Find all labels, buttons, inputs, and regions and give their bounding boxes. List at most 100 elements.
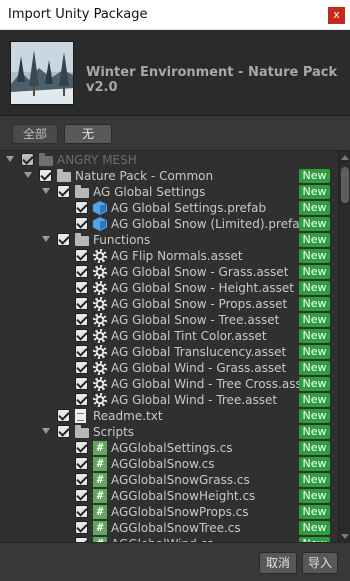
tree-row[interactable]: Scripts New [0, 424, 338, 440]
new-badge: New [299, 281, 330, 295]
include-checkbox[interactable] [75, 201, 88, 214]
include-checkbox[interactable] [75, 393, 88, 406]
tree-row[interactable]: AG Global Translucency.asset New [0, 344, 338, 360]
include-checkbox[interactable] [75, 505, 88, 518]
fold-arrow-icon[interactable] [42, 188, 50, 194]
prefab-icon [93, 201, 107, 215]
tree-item-label: AGGlobalSnowHeight.cs [111, 489, 256, 503]
import-button[interactable]: 导入 [302, 552, 338, 574]
tree-row[interactable]: # AGGlobalSnowTree.cs New [0, 520, 338, 536]
include-checkbox[interactable] [39, 169, 52, 182]
include-checkbox[interactable] [21, 153, 34, 166]
tree-row[interactable]: # AGGlobalSnowProps.cs New [0, 504, 338, 520]
new-badge: New [299, 521, 330, 535]
asset-icon [93, 249, 107, 263]
tree-item-label: AG Global Snow - Tree.asset [111, 313, 280, 327]
cancel-button[interactable]: 取消 [259, 552, 297, 574]
include-checkbox[interactable] [75, 473, 88, 486]
select-none-button[interactable]: 无 [64, 124, 112, 144]
tree-row[interactable]: Readme.txt New [0, 408, 338, 424]
include-checkbox[interactable] [75, 313, 88, 326]
include-checkbox[interactable] [57, 233, 70, 246]
new-badge: New [299, 329, 330, 343]
new-badge: New [299, 393, 330, 407]
tree-item-label: AG Global Wind - Tree Cross.asset [111, 377, 314, 391]
csharp-script-icon: # [93, 441, 107, 455]
tree-row[interactable]: ANGRY MESH [0, 152, 338, 168]
folder-icon [39, 153, 53, 166]
tree-row[interactable]: AG Global Snow (Limited).prefab New [0, 216, 338, 232]
scroll-up-icon[interactable] [341, 155, 349, 160]
new-badge: New [299, 169, 330, 183]
fold-arrow-icon[interactable] [42, 236, 50, 242]
new-badge: New [299, 473, 330, 487]
tree-item-label: Functions [93, 233, 151, 247]
tree-item-label: ANGRY MESH [57, 153, 137, 167]
tree-row[interactable]: AG Global Settings.prefab New [0, 200, 338, 216]
tree-scrollbar[interactable] [338, 151, 350, 542]
title-bar: Import Unity Package x [0, 0, 350, 30]
tree-item-label: AGGlobalSnowGrass.cs [111, 473, 250, 487]
tree-item-label: AG Global Settings [93, 185, 206, 199]
include-checkbox[interactable] [57, 425, 70, 438]
tree-item-label: Nature Pack - Common [75, 169, 214, 183]
tree-row[interactable]: # AGGlobalSnow.cs New [0, 456, 338, 472]
package-header: Winter Environment - Nature Pack v2.0 [0, 30, 350, 116]
include-checkbox[interactable] [75, 281, 88, 294]
include-checkbox[interactable] [75, 457, 88, 470]
include-checkbox[interactable] [75, 329, 88, 342]
include-checkbox[interactable] [75, 265, 88, 278]
folder-icon [75, 233, 89, 246]
asset-icon [93, 281, 107, 295]
new-badge: New [299, 441, 330, 455]
include-checkbox[interactable] [75, 249, 88, 262]
tree-row[interactable]: AG Global Snow - Grass.asset New [0, 264, 338, 280]
tree-row[interactable]: # AGGlobalSnowHeight.cs New [0, 488, 338, 504]
tree-item-label: AG Global Snow - Height.asset [111, 281, 294, 295]
tree-row[interactable]: AG Global Settings New [0, 184, 338, 200]
fold-arrow-icon[interactable] [42, 428, 50, 434]
tree-row[interactable]: AG Global Wind - Tree.asset New [0, 392, 338, 408]
prefab-icon [93, 217, 107, 231]
folder-icon [75, 185, 89, 198]
include-checkbox[interactable] [75, 489, 88, 502]
tree-row[interactable]: AG Global Snow - Height.asset New [0, 280, 338, 296]
csharp-script-icon: # [93, 521, 107, 535]
asset-icon [93, 377, 107, 391]
new-badge: New [299, 265, 330, 279]
scroll-down-icon[interactable] [341, 534, 349, 539]
asset-icon [93, 297, 107, 311]
tree-row[interactable]: # AGGlobalSnowGrass.cs New [0, 472, 338, 488]
include-checkbox[interactable] [75, 297, 88, 310]
tree-row[interactable]: AG Global Wind - Grass.asset New [0, 360, 338, 376]
tree-row[interactable]: AG Global Snow - Tree.asset New [0, 312, 338, 328]
include-checkbox[interactable] [75, 217, 88, 230]
tree-row[interactable]: Nature Pack - Common New [0, 168, 338, 184]
footer-bar: 取消 导入 [0, 542, 350, 581]
tree-row[interactable]: AG Flip Normals.asset New [0, 248, 338, 264]
tree-row[interactable]: AG Global Snow - Props.asset New [0, 296, 338, 312]
include-checkbox[interactable] [75, 441, 88, 454]
tree-item-label: AG Global Snow - Grass.asset [111, 265, 289, 279]
fold-arrow-icon[interactable] [6, 156, 14, 162]
tree-row[interactable]: AG Global Tint Color.asset New [0, 328, 338, 344]
include-checkbox[interactable] [75, 345, 88, 358]
include-checkbox[interactable] [75, 377, 88, 390]
close-icon[interactable]: x [328, 7, 345, 24]
package-tree: ANGRY MESH Nature Pack - Common New AG Glob… [0, 150, 350, 542]
tree-item-label: AGGlobalSettings.cs [111, 441, 233, 455]
select-all-button[interactable]: 全部 [12, 124, 58, 144]
include-checkbox[interactable] [75, 521, 88, 534]
include-checkbox[interactable] [57, 409, 70, 422]
new-badge: New [299, 201, 330, 215]
asset-icon [93, 329, 107, 343]
tree-item-label: AG Global Translucency.asset [111, 345, 287, 359]
include-checkbox[interactable] [75, 361, 88, 374]
tree-row[interactable]: Functions New [0, 232, 338, 248]
tree-row[interactable]: AG Global Wind - Tree Cross.asset New [0, 376, 338, 392]
include-checkbox[interactable] [57, 185, 70, 198]
new-badge: New [299, 505, 330, 519]
fold-arrow-icon[interactable] [24, 172, 32, 178]
tree-row[interactable]: # AGGlobalSettings.cs New [0, 440, 338, 456]
scrollbar-thumb[interactable] [341, 167, 349, 203]
